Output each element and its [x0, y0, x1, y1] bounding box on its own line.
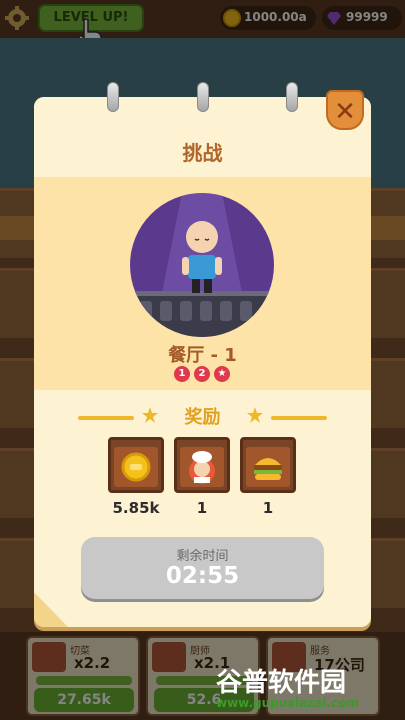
reward-item-frame	[180, 447, 224, 487]
chef-icon	[189, 451, 215, 484]
burger-icon	[254, 458, 282, 480]
star-badge: 1	[174, 366, 190, 382]
star-badge: 2	[194, 366, 210, 382]
page-corner-fold	[34, 592, 68, 627]
reward-item	[108, 437, 164, 493]
restaurant-name: 餐厅 - 1	[168, 345, 237, 366]
binder-ring	[107, 82, 119, 112]
timer-button[interactable]: 剩余时间 02:55	[81, 537, 324, 599]
reward-item-frame	[114, 447, 158, 487]
watermark: 谷普软件园 www.gupuxiazai.com	[216, 662, 401, 716]
watermark-url: www.gupuxiazai.com	[216, 696, 359, 710]
star-rating: 1 2 ★	[170, 366, 234, 382]
binder-ring	[286, 82, 298, 112]
popup-title: 挑战	[182, 141, 223, 165]
binder-ring	[197, 82, 209, 112]
timer-value: 02:55	[165, 563, 240, 589]
star-icon	[247, 407, 263, 423]
close-button[interactable]: ✕	[326, 90, 364, 130]
reward-value: 1	[262, 499, 274, 517]
reward-item-frame	[246, 447, 290, 487]
coin-icon	[121, 452, 151, 482]
chef-portrait-image	[130, 193, 274, 337]
star-badge: ★	[214, 366, 230, 382]
close-icon: ✕	[334, 97, 356, 127]
reward-item	[240, 437, 296, 493]
restaurant-portrait	[130, 193, 274, 337]
reward-divider-right	[271, 416, 327, 420]
timer-label: 剩余时间	[176, 549, 229, 564]
challenge-popup: 挑战 餐厅 - 1 1 2 ★ 奖励 5.85k 1 1 剩余时间 02:55	[34, 97, 371, 627]
watermark-title: 谷普软件园	[216, 668, 347, 698]
reward-item	[174, 437, 230, 493]
